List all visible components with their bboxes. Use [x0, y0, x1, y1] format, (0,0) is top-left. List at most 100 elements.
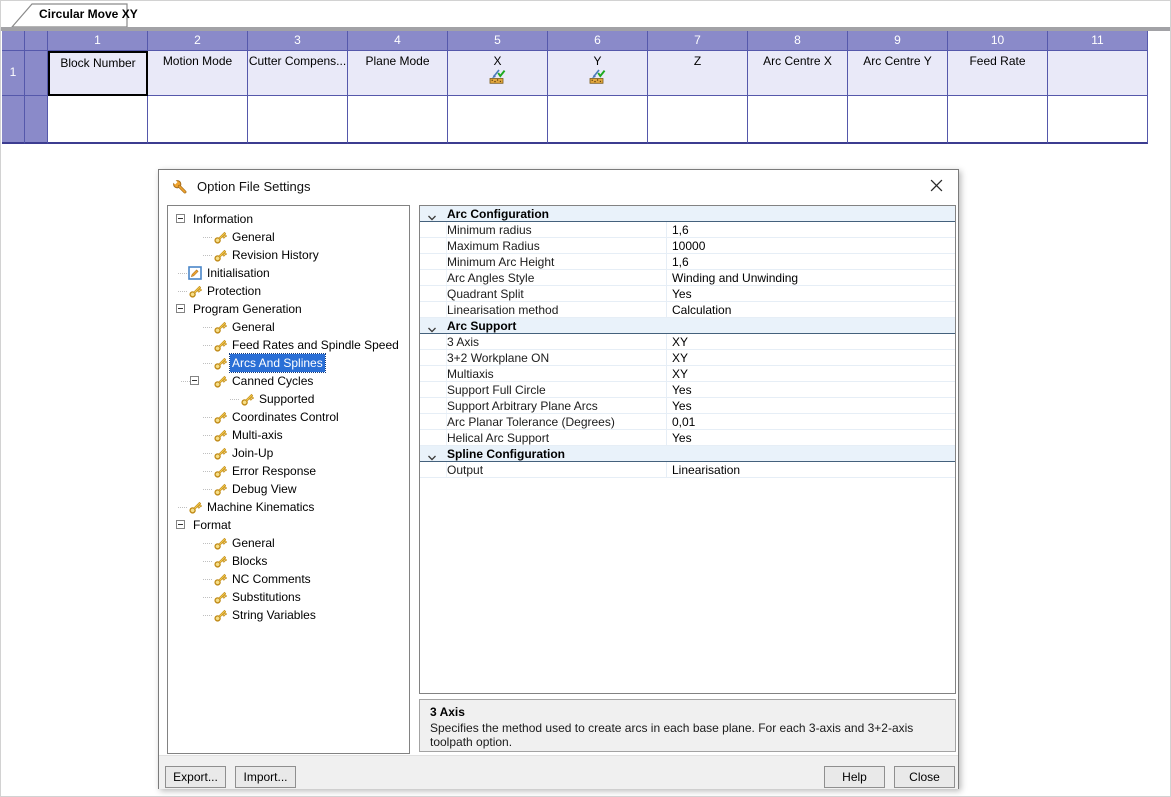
property-value[interactable]: 10000: [672, 238, 705, 254]
grid-row-minimum-radius[interactable]: Minimum radius 1,6: [420, 222, 955, 238]
tree-item-error-response[interactable]: Error Response: [168, 462, 409, 480]
empty-cell[interactable]: [1048, 96, 1148, 144]
param-cell-arc-centre-x[interactable]: Arc Centre X: [748, 51, 848, 96]
empty-cell[interactable]: [248, 96, 348, 144]
empty-cell[interactable]: [348, 96, 448, 144]
grid-row-support-full-circle[interactable]: Support Full Circle Yes: [420, 382, 955, 398]
tree-item-general[interactable]: General: [168, 534, 409, 552]
property-value[interactable]: 1,6: [672, 222, 689, 238]
param-cell-x[interactable]: X: [448, 51, 548, 96]
param-cell-block-number[interactable]: Block Number: [48, 51, 148, 96]
tree-item-general[interactable]: General: [168, 318, 409, 336]
column-header-9[interactable]: 9: [848, 31, 948, 51]
param-cell-empty[interactable]: [1048, 51, 1148, 96]
empty-cell[interactable]: [48, 96, 148, 144]
tree-item-coordinates-control[interactable]: Coordinates Control: [168, 408, 409, 426]
tab-circular-move-xy[interactable]: Circular Move XY: [11, 3, 138, 28]
property-value[interactable]: Winding and Unwinding: [672, 270, 798, 286]
help-button[interactable]: Help: [824, 766, 885, 788]
grid-row-arc-planar-tolerance-degrees-[interactable]: Arc Planar Tolerance (Degrees) 0,01: [420, 414, 955, 430]
tree-item-arcs-and-splines[interactable]: Arcs And Splines: [168, 353, 409, 373]
dialog-titlebar[interactable]: Option File Settings: [159, 170, 958, 204]
tree-item-protection[interactable]: Protection: [168, 282, 409, 300]
column-header-2[interactable]: 2: [148, 31, 248, 51]
tree-item-initialisation[interactable]: Initialisation: [168, 264, 409, 282]
param-cell-cutter-compens-[interactable]: Cutter Compens...: [248, 51, 348, 96]
tree-item-join-up[interactable]: Join-Up: [168, 444, 409, 462]
property-value[interactable]: Linearisation: [672, 462, 740, 478]
empty-cell[interactable]: [948, 96, 1048, 144]
expander-minus-icon[interactable]: [190, 376, 199, 385]
tree-item-program-generation[interactable]: Program Generation: [168, 300, 409, 318]
close-button[interactable]: Close: [894, 766, 955, 788]
grid-section-arc-support[interactable]: Arc Support: [420, 318, 955, 334]
grid-row-support-arbitrary-plane-arcs[interactable]: Support Arbitrary Plane Arcs Yes: [420, 398, 955, 414]
param-cell-feed-rate[interactable]: Feed Rate: [948, 51, 1048, 96]
tree-item-debug-view[interactable]: Debug View: [168, 480, 409, 498]
grid-row-arc-angles-style[interactable]: Arc Angles Style Winding and Unwinding: [420, 270, 955, 286]
import-button[interactable]: Import...: [235, 766, 296, 788]
empty-cell[interactable]: [848, 96, 948, 144]
property-value[interactable]: Yes: [672, 382, 692, 398]
grid-row-maximum-radius[interactable]: Maximum Radius 10000: [420, 238, 955, 254]
grid-row-quadrant-split[interactable]: Quadrant Split Yes: [420, 286, 955, 302]
tree-item-supported[interactable]: Supported: [168, 390, 409, 408]
empty-cell[interactable]: [548, 96, 648, 144]
row-header-empty[interactable]: [2, 96, 25, 144]
column-header-5[interactable]: 5: [448, 31, 548, 51]
tree-item-machine-kinematics[interactable]: Machine Kinematics: [168, 498, 409, 516]
property-value[interactable]: XY: [672, 350, 688, 366]
tree-item-multi-axis[interactable]: Multi-axis: [168, 426, 409, 444]
column-header-8[interactable]: 8: [748, 31, 848, 51]
grid-row-minimum-arc-height[interactable]: Minimum Arc Height 1,6: [420, 254, 955, 270]
param-cell-arc-centre-y[interactable]: Arc Centre Y: [848, 51, 948, 96]
dialog-close-button[interactable]: [916, 172, 956, 201]
property-value[interactable]: Yes: [672, 286, 692, 302]
expander-minus-icon[interactable]: [176, 520, 185, 529]
empty-cell[interactable]: [648, 96, 748, 144]
grid-row-3-axis[interactable]: 3 Axis XY: [420, 334, 955, 350]
grid-row-linearisation-method[interactable]: Linearisation method Calculation: [420, 302, 955, 318]
property-value[interactable]: XY: [672, 334, 688, 350]
column-header-7[interactable]: 7: [648, 31, 748, 51]
grid-row-output[interactable]: Output Linearisation: [420, 462, 955, 478]
export-button[interactable]: Export...: [165, 766, 226, 788]
grid-section-arc-configuration[interactable]: Arc Configuration: [420, 206, 955, 222]
param-cell-z[interactable]: Z: [648, 51, 748, 96]
column-header-3[interactable]: 3: [248, 31, 348, 51]
property-value[interactable]: Yes: [672, 430, 692, 446]
grid-row-helical-arc-support[interactable]: Helical Arc Support Yes: [420, 430, 955, 446]
empty-cell[interactable]: [748, 96, 848, 144]
column-header-4[interactable]: 4: [348, 31, 448, 51]
tree-item-canned-cycles[interactable]: Canned Cycles: [168, 372, 409, 390]
property-value[interactable]: XY: [672, 366, 688, 382]
column-header-11[interactable]: 11: [1048, 31, 1148, 51]
tree-item-string-variables[interactable]: String Variables: [168, 606, 409, 624]
property-value[interactable]: Yes: [672, 398, 692, 414]
property-value[interactable]: 1,6: [672, 254, 689, 270]
tree-item-blocks[interactable]: Blocks: [168, 552, 409, 570]
tree-item-feed-rates-and-spindle-speed[interactable]: Feed Rates and Spindle Speed: [168, 336, 409, 354]
tree-item-format[interactable]: Format: [168, 516, 409, 534]
grid-row-multiaxis[interactable]: Multiaxis XY: [420, 366, 955, 382]
expander-minus-icon[interactable]: [176, 214, 185, 223]
tree-item-revision-history[interactable]: Revision History: [168, 246, 409, 264]
tree-item-nc-comments[interactable]: NC Comments: [168, 570, 409, 588]
param-cell-motion-mode[interactable]: Motion Mode: [148, 51, 248, 96]
empty-cell[interactable]: [448, 96, 548, 144]
property-value[interactable]: 0,01: [672, 414, 695, 430]
expander-minus-icon[interactable]: [176, 304, 185, 313]
property-value[interactable]: Calculation: [672, 302, 731, 318]
param-cell-y[interactable]: Y: [548, 51, 648, 96]
column-header-1[interactable]: 1: [48, 31, 148, 51]
row-header[interactable]: 1: [2, 51, 25, 96]
tree-item-substitutions[interactable]: Substitutions: [168, 588, 409, 606]
tree-item-general[interactable]: General: [168, 228, 409, 246]
column-header-6[interactable]: 6: [548, 31, 648, 51]
param-cell-plane-mode[interactable]: Plane Mode: [348, 51, 448, 96]
grid-row-3-2-workplane-on[interactable]: 3+2 Workplane ON XY: [420, 350, 955, 366]
column-header-10[interactable]: 10: [948, 31, 1048, 51]
empty-cell[interactable]: [148, 96, 248, 144]
tree-item-information[interactable]: Information: [168, 210, 409, 228]
grid-section-spline-configuration[interactable]: Spline Configuration: [420, 446, 955, 462]
